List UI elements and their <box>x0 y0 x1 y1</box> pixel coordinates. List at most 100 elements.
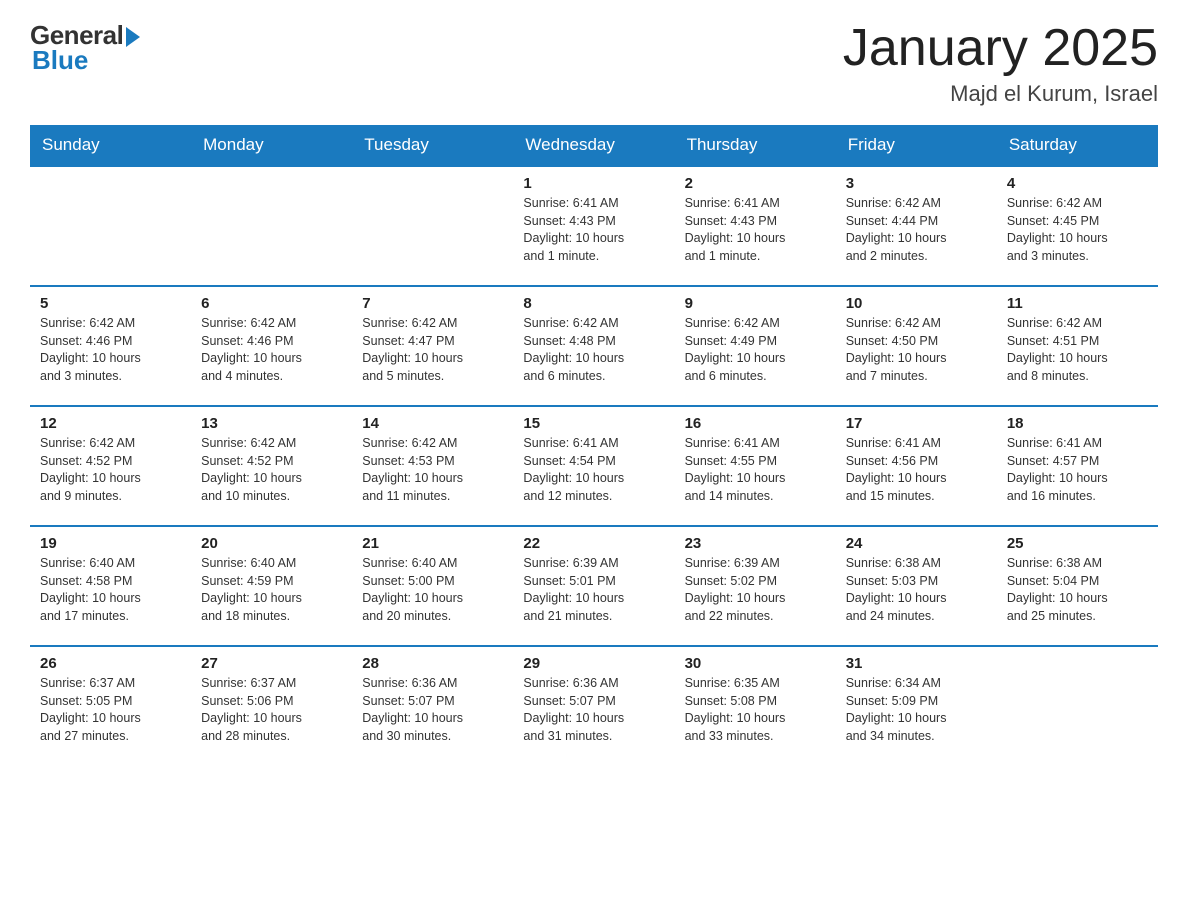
day-info: Sunrise: 6:38 AM Sunset: 5:04 PM Dayligh… <box>1007 555 1148 625</box>
calendar-week-1: 1 Sunrise: 6:41 AM Sunset: 4:43 PM Daylig… <box>30 166 1158 286</box>
day-number: 30 <box>685 655 826 672</box>
day-info: Sunrise: 6:37 AM Sunset: 5:06 PM Dayligh… <box>201 675 342 745</box>
day-number: 8 <box>523 295 664 312</box>
calendar-cell: 25 Sunrise: 6:38 AM Sunset: 5:04 PM Dayli… <box>997 526 1158 646</box>
day-info: Sunrise: 6:41 AM Sunset: 4:54 PM Dayligh… <box>523 435 664 505</box>
day-number: 18 <box>1007 415 1148 432</box>
day-number: 19 <box>40 535 181 552</box>
calendar-cell: 3 Sunrise: 6:42 AM Sunset: 4:44 PM Daylig… <box>836 166 997 286</box>
calendar-cell: 21 Sunrise: 6:40 AM Sunset: 5:00 PM Dayli… <box>352 526 513 646</box>
logo-blue-text: Blue <box>32 45 88 76</box>
calendar-cell: 15 Sunrise: 6:41 AM Sunset: 4:54 PM Dayli… <box>513 406 674 526</box>
day-info: Sunrise: 6:41 AM Sunset: 4:57 PM Dayligh… <box>1007 435 1148 505</box>
day-info: Sunrise: 6:40 AM Sunset: 5:00 PM Dayligh… <box>362 555 503 625</box>
day-number: 2 <box>685 175 826 192</box>
calendar-week-4: 19 Sunrise: 6:40 AM Sunset: 4:58 PM Dayli… <box>30 526 1158 646</box>
calendar-cell: 29 Sunrise: 6:36 AM Sunset: 5:07 PM Dayli… <box>513 646 674 766</box>
calendar-cell: 11Sunrise: 6:42 AM Sunset: 4:51 PM Dayli… <box>997 286 1158 406</box>
calendar-cell: 9 Sunrise: 6:42 AM Sunset: 4:49 PM Daylig… <box>675 286 836 406</box>
day-info: Sunrise: 6:42 AM Sunset: 4:49 PM Dayligh… <box>685 315 826 385</box>
calendar-week-2: 5 Sunrise: 6:42 AM Sunset: 4:46 PM Daylig… <box>30 286 1158 406</box>
day-number: 24 <box>846 535 987 552</box>
calendar-cell: 31 Sunrise: 6:34 AM Sunset: 5:09 PM Dayli… <box>836 646 997 766</box>
location-title: Majd el Kurum, Israel <box>843 81 1158 107</box>
day-info: Sunrise: 6:42 AM Sunset: 4:52 PM Dayligh… <box>40 435 181 505</box>
page-header: General Blue January 2025 Majd el Kurum,… <box>30 20 1158 107</box>
day-info: Sunrise: 6:42 AM Sunset: 4:53 PM Dayligh… <box>362 435 503 505</box>
day-number: 14 <box>362 415 503 432</box>
day-number: 5 <box>40 295 181 312</box>
day-number: 20 <box>201 535 342 552</box>
weekday-header-row: SundayMondayTuesdayWednesdayThursdayFrid… <box>30 125 1158 166</box>
calendar-cell <box>191 166 352 286</box>
day-info: Sunrise: 6:41 AM Sunset: 4:43 PM Dayligh… <box>523 195 664 265</box>
weekday-header-saturday: Saturday <box>997 125 1158 166</box>
calendar-cell: 13Sunrise: 6:42 AM Sunset: 4:52 PM Dayli… <box>191 406 352 526</box>
day-number: 16 <box>685 415 826 432</box>
day-number: 15 <box>523 415 664 432</box>
day-info: Sunrise: 6:36 AM Sunset: 5:07 PM Dayligh… <box>523 675 664 745</box>
calendar-cell <box>352 166 513 286</box>
weekday-header-sunday: Sunday <box>30 125 191 166</box>
calendar-cell: 20 Sunrise: 6:40 AM Sunset: 4:59 PM Dayli… <box>191 526 352 646</box>
day-number: 25 <box>1007 535 1148 552</box>
day-info: Sunrise: 6:39 AM Sunset: 5:02 PM Dayligh… <box>685 555 826 625</box>
calendar-cell: 24Sunrise: 6:38 AM Sunset: 5:03 PM Dayli… <box>836 526 997 646</box>
day-number: 6 <box>201 295 342 312</box>
day-number: 27 <box>201 655 342 672</box>
calendar-cell: 1 Sunrise: 6:41 AM Sunset: 4:43 PM Daylig… <box>513 166 674 286</box>
day-info: Sunrise: 6:36 AM Sunset: 5:07 PM Dayligh… <box>362 675 503 745</box>
calendar-body: 1 Sunrise: 6:41 AM Sunset: 4:43 PM Daylig… <box>30 166 1158 766</box>
calendar-header: SundayMondayTuesdayWednesdayThursdayFrid… <box>30 125 1158 166</box>
weekday-header-monday: Monday <box>191 125 352 166</box>
calendar-cell: 5Sunrise: 6:42 AM Sunset: 4:46 PM Daylig… <box>30 286 191 406</box>
calendar-cell: 2Sunrise: 6:41 AM Sunset: 4:43 PM Daylig… <box>675 166 836 286</box>
calendar-cell: 30 Sunrise: 6:35 AM Sunset: 5:08 PM Dayli… <box>675 646 836 766</box>
day-number: 1 <box>523 175 664 192</box>
day-info: Sunrise: 6:37 AM Sunset: 5:05 PM Dayligh… <box>40 675 181 745</box>
day-info: Sunrise: 6:40 AM Sunset: 4:59 PM Dayligh… <box>201 555 342 625</box>
day-number: 22 <box>523 535 664 552</box>
day-info: Sunrise: 6:42 AM Sunset: 4:47 PM Dayligh… <box>362 315 503 385</box>
weekday-header-tuesday: Tuesday <box>352 125 513 166</box>
logo-arrow-icon <box>126 27 140 47</box>
calendar-cell: 6 Sunrise: 6:42 AM Sunset: 4:46 PM Daylig… <box>191 286 352 406</box>
weekday-header-thursday: Thursday <box>675 125 836 166</box>
day-info: Sunrise: 6:42 AM Sunset: 4:46 PM Dayligh… <box>201 315 342 385</box>
day-number: 17 <box>846 415 987 432</box>
day-info: Sunrise: 6:34 AM Sunset: 5:09 PM Dayligh… <box>846 675 987 745</box>
calendar-week-3: 12 Sunrise: 6:42 AM Sunset: 4:52 PM Dayli… <box>30 406 1158 526</box>
day-number: 3 <box>846 175 987 192</box>
day-info: Sunrise: 6:40 AM Sunset: 4:58 PM Dayligh… <box>40 555 181 625</box>
day-number: 7 <box>362 295 503 312</box>
calendar-cell: 16 Sunrise: 6:41 AM Sunset: 4:55 PM Dayli… <box>675 406 836 526</box>
calendar-cell: 7 Sunrise: 6:42 AM Sunset: 4:47 PM Daylig… <box>352 286 513 406</box>
day-number: 9 <box>685 295 826 312</box>
weekday-header-friday: Friday <box>836 125 997 166</box>
day-number: 29 <box>523 655 664 672</box>
month-title: January 2025 <box>843 20 1158 77</box>
day-info: Sunrise: 6:42 AM Sunset: 4:45 PM Dayligh… <box>1007 195 1148 265</box>
day-number: 13 <box>201 415 342 432</box>
day-info: Sunrise: 6:42 AM Sunset: 4:51 PM Dayligh… <box>1007 315 1148 385</box>
calendar-cell: 17 Sunrise: 6:41 AM Sunset: 4:56 PM Dayli… <box>836 406 997 526</box>
day-number: 31 <box>846 655 987 672</box>
day-info: Sunrise: 6:35 AM Sunset: 5:08 PM Dayligh… <box>685 675 826 745</box>
calendar-cell: 23 Sunrise: 6:39 AM Sunset: 5:02 PM Dayli… <box>675 526 836 646</box>
calendar-cell <box>997 646 1158 766</box>
day-info: Sunrise: 6:41 AM Sunset: 4:56 PM Dayligh… <box>846 435 987 505</box>
day-info: Sunrise: 6:39 AM Sunset: 5:01 PM Dayligh… <box>523 555 664 625</box>
day-number: 21 <box>362 535 503 552</box>
day-number: 23 <box>685 535 826 552</box>
day-number: 4 <box>1007 175 1148 192</box>
calendar-week-5: 26Sunrise: 6:37 AM Sunset: 5:05 PM Dayli… <box>30 646 1158 766</box>
calendar-cell: 14 Sunrise: 6:42 AM Sunset: 4:53 PM Dayli… <box>352 406 513 526</box>
calendar-cell: 27 Sunrise: 6:37 AM Sunset: 5:06 PM Dayli… <box>191 646 352 766</box>
calendar-cell: 28 Sunrise: 6:36 AM Sunset: 5:07 PM Dayli… <box>352 646 513 766</box>
day-info: Sunrise: 6:41 AM Sunset: 4:55 PM Dayligh… <box>685 435 826 505</box>
day-info: Sunrise: 6:42 AM Sunset: 4:44 PM Dayligh… <box>846 195 987 265</box>
calendar-cell <box>30 166 191 286</box>
day-number: 12 <box>40 415 181 432</box>
calendar-cell: 26Sunrise: 6:37 AM Sunset: 5:05 PM Dayli… <box>30 646 191 766</box>
day-number: 28 <box>362 655 503 672</box>
